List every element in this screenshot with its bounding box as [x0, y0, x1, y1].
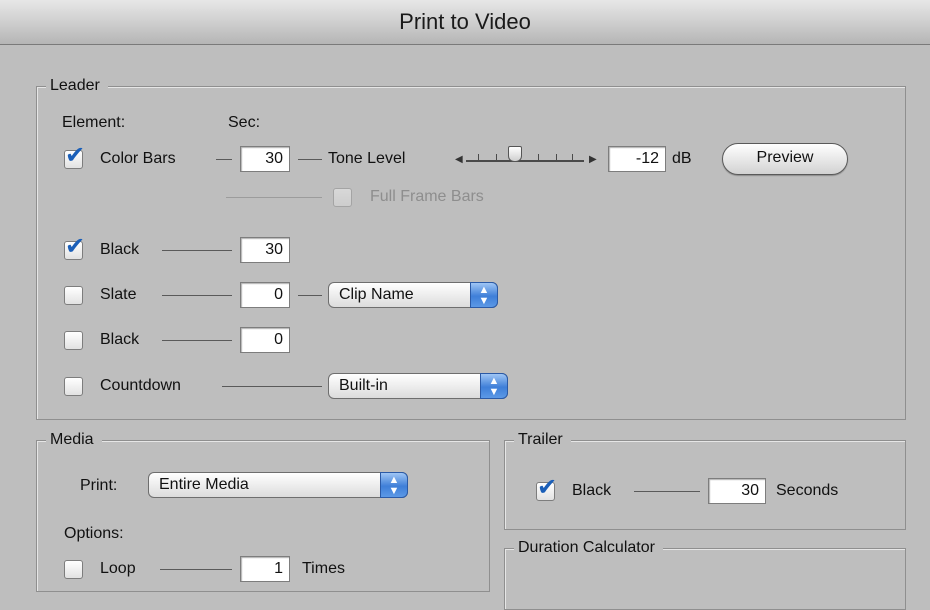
media-legend: Media	[46, 430, 102, 450]
print-label: Print:	[80, 477, 118, 494]
trailer-black-checkmark-icon: ✔	[536, 474, 558, 501]
print-popup[interactable]: Entire Media ▲ ▼	[148, 472, 408, 498]
black-2-checkbox[interactable]	[64, 331, 83, 350]
slate-sec-field[interactable]: 0	[240, 282, 290, 308]
black-sec-field[interactable]: 30	[240, 237, 290, 263]
connector-line	[216, 159, 232, 160]
countdown-checkbox[interactable]	[64, 377, 83, 396]
trailer-legend: Trailer	[514, 430, 571, 450]
color-bars-label: Color Bars	[100, 150, 176, 167]
popup-arrows-icon: ▲ ▼	[480, 373, 508, 399]
duration-calculator-legend: Duration Calculator	[514, 538, 663, 558]
preview-button[interactable]: Preview	[722, 143, 848, 175]
slate-checkbox[interactable]	[64, 286, 83, 305]
color-bars-sec-field[interactable]: 30	[240, 146, 290, 172]
seconds-label: Seconds	[776, 482, 839, 499]
loop-checkbox[interactable]	[64, 560, 83, 579]
connector-line	[160, 569, 232, 570]
tone-level-label: Tone Level	[328, 150, 406, 167]
full-frame-bars-checkbox[interactable]	[333, 188, 352, 207]
slider-tick	[496, 154, 497, 160]
leader-legend: Leader	[46, 76, 108, 96]
color-bars-checkmark-icon: ✔	[64, 142, 86, 169]
countdown-type-popup[interactable]: Built-in ▲ ▼	[328, 373, 508, 399]
full-frame-bars-label: Full Frame Bars	[370, 188, 484, 205]
slider-tick	[478, 154, 479, 160]
slate-source-popup[interactable]: Clip Name ▲ ▼	[328, 282, 498, 308]
connector-line	[298, 159, 322, 160]
countdown-label: Countdown	[100, 377, 181, 394]
leader-group	[36, 86, 906, 420]
trailer-group	[504, 440, 906, 530]
connector-line	[162, 340, 232, 341]
trailer-seconds-field[interactable]: 30	[708, 478, 766, 504]
connector-line	[634, 491, 700, 492]
connector-line	[162, 250, 232, 251]
slate-label: Slate	[100, 286, 137, 303]
window-title: Print to Video	[399, 9, 531, 34]
black-2-label: Black	[100, 331, 140, 348]
connector-line	[222, 386, 322, 387]
connector-line	[162, 295, 232, 296]
loop-times-field[interactable]: 1	[240, 556, 290, 582]
slider-right-arrow-icon[interactable]: ▶	[589, 155, 597, 165]
tone-level-slider[interactable]	[466, 160, 584, 162]
black-checkmark-icon: ✔	[64, 233, 86, 260]
options-label: Options:	[64, 525, 124, 542]
countdown-type-value: Built-in	[339, 377, 388, 394]
slider-tick	[572, 154, 573, 160]
sec-label: Sec:	[228, 114, 261, 131]
slider-tick	[556, 154, 557, 160]
print-value: Entire Media	[159, 476, 249, 493]
connector-line	[226, 197, 322, 198]
slider-left-arrow-icon[interactable]: ◀	[455, 155, 463, 165]
popup-arrows-icon: ▲ ▼	[470, 282, 498, 308]
slider-tick	[538, 154, 539, 160]
tone-level-field[interactable]: -12	[608, 146, 666, 172]
element-label: Element:	[62, 114, 126, 131]
tone-level-slider-thumb[interactable]	[508, 146, 522, 162]
black-2-sec-field[interactable]: 0	[240, 327, 290, 353]
slate-source-value: Clip Name	[339, 286, 414, 303]
popup-arrows-icon: ▲ ▼	[380, 472, 408, 498]
trailer-black-label: Black	[572, 482, 612, 499]
connector-line	[298, 295, 322, 296]
black-label: Black	[100, 241, 140, 258]
db-unit-label: dB	[672, 150, 692, 167]
